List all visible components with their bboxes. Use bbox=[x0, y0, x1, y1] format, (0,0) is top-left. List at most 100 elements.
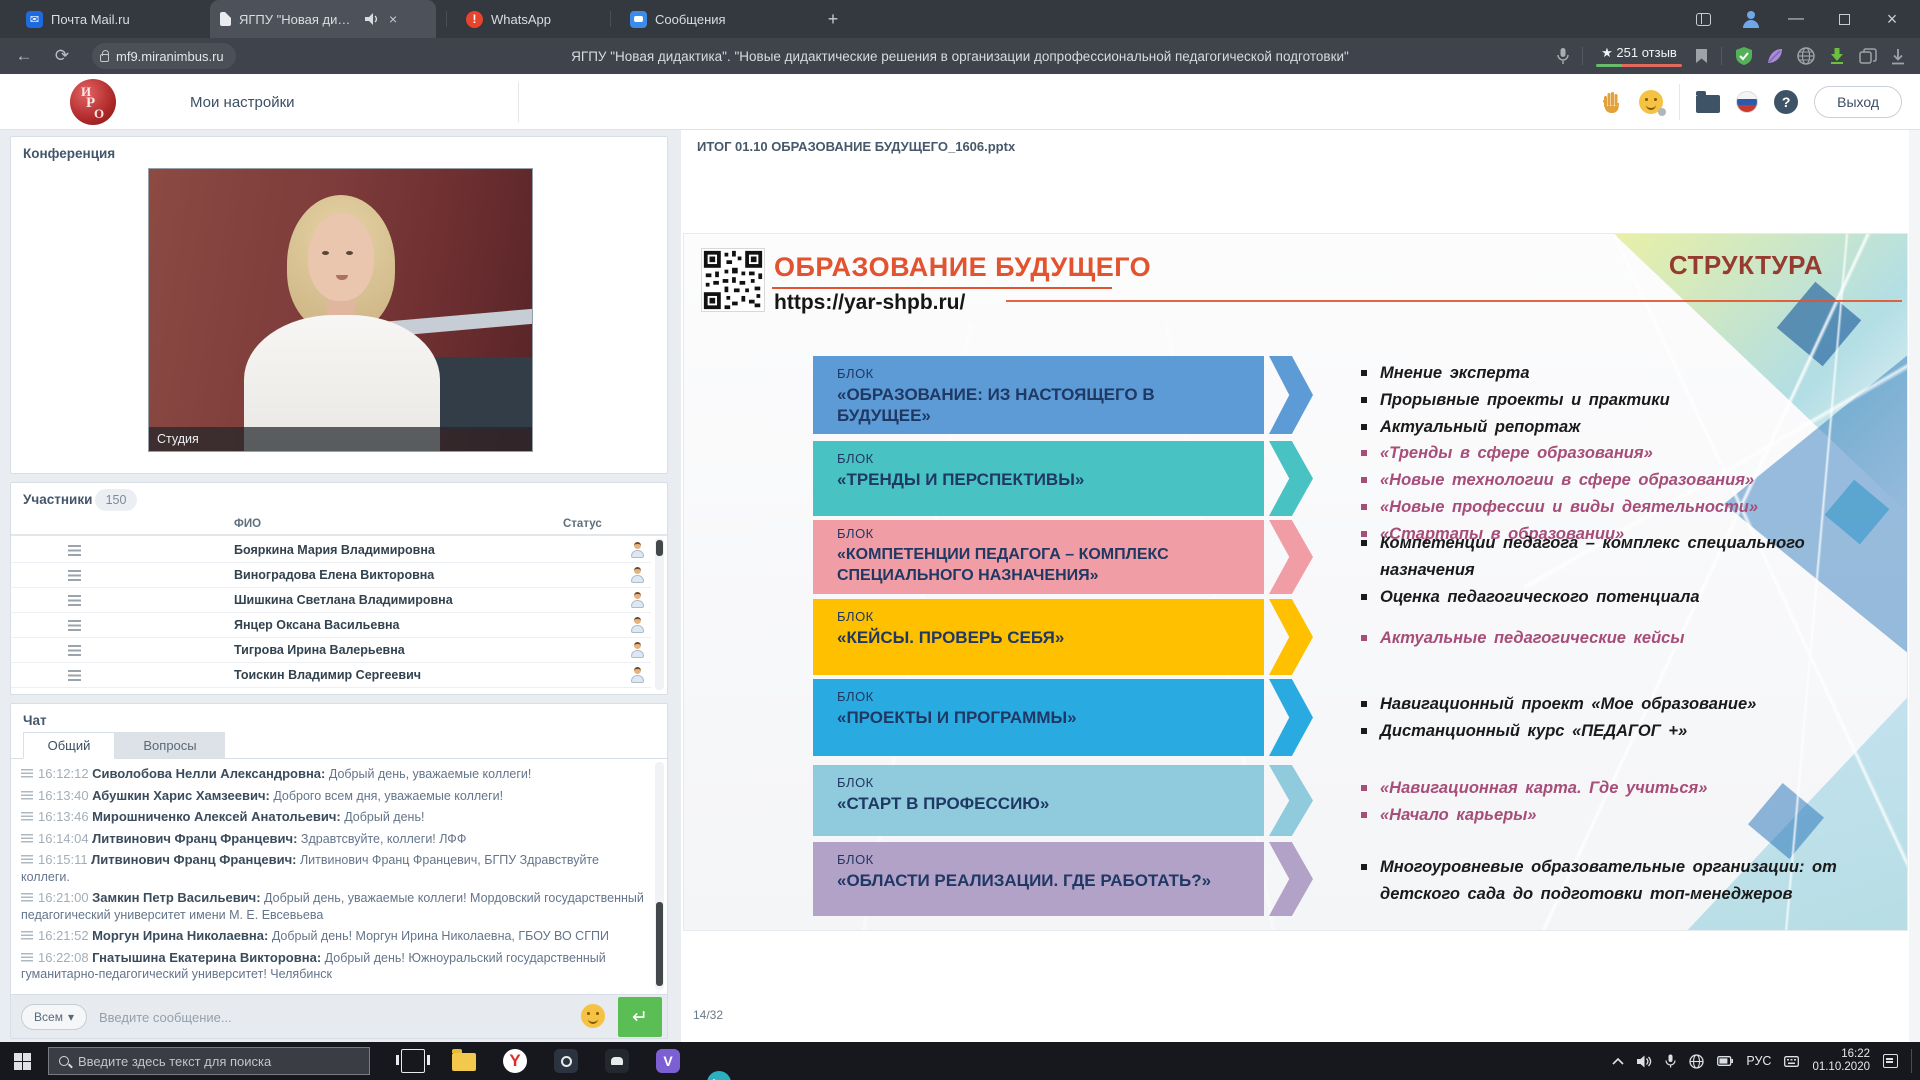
message-handle-icon[interactable] bbox=[21, 893, 33, 902]
downloads-icon[interactable] bbox=[1890, 48, 1906, 65]
tab-audio-icon[interactable] bbox=[365, 13, 379, 25]
globe-extension-icon[interactable] bbox=[1797, 47, 1815, 65]
participant-row[interactable]: Виноградова Елена Викторовна bbox=[11, 563, 651, 588]
drag-handle-icon[interactable] bbox=[68, 595, 81, 606]
participant-row[interactable]: Тоискин Владимир Сергеевич bbox=[11, 663, 651, 688]
window-close-button[interactable]: × bbox=[1872, 0, 1912, 38]
reactions-smiley-icon[interactable] bbox=[1639, 90, 1663, 114]
participant-row[interactable]: Шишкина Светлана Владимировна bbox=[11, 588, 651, 613]
taskbar-search-input[interactable] bbox=[78, 1054, 338, 1069]
show-desktop-strip[interactable] bbox=[1911, 1049, 1912, 1073]
message-handle-icon[interactable] bbox=[21, 931, 33, 940]
column-name: ФИО bbox=[234, 518, 261, 530]
participants-panel: Участники 150 ФИО Статус Бояркина Мария … bbox=[10, 482, 668, 695]
slide-block-2: БЛОК «ТРЕНДЫ И ПЕРСПЕКТИВЫ» bbox=[813, 441, 1264, 516]
message-handle-icon[interactable] bbox=[21, 769, 33, 778]
participant-status-icon bbox=[630, 642, 645, 659]
microphone-tray-icon[interactable] bbox=[1665, 1054, 1676, 1068]
tab-messages[interactable]: Сообщения bbox=[620, 0, 770, 38]
bookmark-icon[interactable] bbox=[1695, 48, 1708, 64]
app-icon-dark-round[interactable] bbox=[554, 1049, 578, 1073]
keyboard-language-indicator[interactable]: РУС bbox=[1746, 1054, 1771, 1068]
chat-message: 16:13:40 Абушкин Харис Хамзеевич: Доброг… bbox=[21, 788, 647, 805]
shield-check-extension-icon[interactable] bbox=[1735, 47, 1753, 65]
viber-icon[interactable]: V bbox=[656, 1049, 680, 1073]
save-extension-icon[interactable] bbox=[1828, 47, 1846, 65]
conference-video[interactable]: Студия bbox=[148, 168, 533, 452]
chat-tab-questions[interactable]: Вопросы bbox=[115, 732, 225, 759]
reviews-badge[interactable]: ★ 251 отзыв bbox=[1596, 45, 1682, 67]
drag-handle-icon[interactable] bbox=[68, 620, 81, 631]
participant-row[interactable]: Тигрова Ирина Валерьевна bbox=[11, 638, 651, 663]
feather-extension-icon[interactable] bbox=[1766, 47, 1784, 65]
tab-label: Почта Mail.ru bbox=[51, 12, 130, 27]
chat-message: 16:22:08 Гнатышина Екатерина Викторовна:… bbox=[21, 950, 647, 983]
tab-panels-icon[interactable] bbox=[1686, 0, 1720, 38]
file-explorer-icon[interactable] bbox=[452, 1053, 476, 1071]
block-3-bullets: Компетенции педагога – комплекс специаль… bbox=[1361, 530, 1866, 611]
network-icon[interactable] bbox=[1689, 1054, 1704, 1069]
browser-profile-icon[interactable] bbox=[1734, 0, 1768, 38]
microphone-icon[interactable] bbox=[1557, 48, 1569, 65]
new-tab-button[interactable]: + bbox=[822, 8, 844, 30]
reload-icon[interactable]: ⟳ bbox=[48, 38, 76, 74]
mail-favicon-icon: ✉ bbox=[26, 11, 43, 28]
emoji-picker-icon[interactable] bbox=[581, 1004, 605, 1028]
language-flag-icon[interactable] bbox=[1736, 91, 1758, 113]
window-minimize-button[interactable]: — bbox=[1776, 0, 1816, 38]
volume-icon[interactable] bbox=[1637, 1055, 1652, 1068]
start-button-icon[interactable] bbox=[14, 1053, 31, 1070]
keyboard-icon[interactable] bbox=[1784, 1056, 1799, 1067]
message-time: 16:21:52 bbox=[38, 928, 89, 943]
tab-conference-active[interactable]: ЯГПУ "Новая дидак × bbox=[210, 0, 436, 38]
message-handle-icon[interactable] bbox=[21, 953, 33, 962]
chat-scrollbar[interactable] bbox=[655, 762, 664, 990]
lock-icon[interactable] bbox=[100, 54, 109, 62]
drag-handle-icon[interactable] bbox=[68, 645, 81, 656]
nav-my-settings[interactable]: Мои настройки bbox=[190, 74, 295, 130]
participants-scrollbar[interactable] bbox=[655, 538, 664, 690]
chat-tab-general[interactable]: Общий bbox=[23, 732, 115, 759]
presentation-filename: ИТОГ 01.10 ОБРАЗОВАНИЕ БУДУЩЕГО_1606.ppt… bbox=[697, 139, 1015, 154]
message-handle-icon[interactable] bbox=[21, 791, 33, 800]
raise-hand-icon[interactable] bbox=[1601, 90, 1623, 114]
collections-icon[interactable] bbox=[1859, 48, 1877, 64]
qr-code bbox=[701, 248, 765, 312]
taskbar-search[interactable] bbox=[48, 1047, 370, 1075]
participant-row[interactable]: Бояркина Мария Владимировна bbox=[11, 538, 651, 563]
battery-icon[interactable] bbox=[1717, 1056, 1733, 1066]
message-handle-icon[interactable] bbox=[21, 855, 33, 864]
taskbar-clock[interactable]: 16:22 01.10.2020 bbox=[1812, 1048, 1870, 1074]
drag-handle-icon[interactable] bbox=[68, 670, 81, 681]
hidden-icons-chevron-icon[interactable] bbox=[1612, 1057, 1624, 1065]
drag-handle-icon[interactable] bbox=[68, 545, 81, 556]
message-handle-icon[interactable] bbox=[21, 834, 33, 843]
iro-logo[interactable]: И Р О bbox=[70, 79, 116, 125]
tab-close-icon[interactable]: × bbox=[389, 11, 397, 27]
message-author: Литвинович Франц Францевич: bbox=[91, 852, 296, 867]
action-center-icon[interactable] bbox=[1883, 1054, 1898, 1068]
presentation-scrollbar[interactable] bbox=[1909, 130, 1920, 1042]
send-message-button[interactable]: ↵ bbox=[618, 997, 662, 1037]
task-view-icon[interactable] bbox=[401, 1049, 425, 1073]
tab-whatsapp[interactable]: ! WhatsApp bbox=[456, 0, 604, 38]
files-folder-icon[interactable] bbox=[1696, 95, 1720, 113]
logout-button[interactable]: Выход bbox=[1814, 86, 1902, 118]
page-title: ЯГПУ "Новая дидактика". "Новые дидактиче… bbox=[571, 38, 1349, 74]
messenger-app-icon[interactable] bbox=[707, 1071, 731, 1080]
chat-app-icon[interactable] bbox=[605, 1049, 629, 1073]
tab-mail[interactable]: ✉ Почта Mail.ru bbox=[16, 0, 202, 38]
message-handle-icon[interactable] bbox=[21, 812, 33, 821]
chat-message-list[interactable]: 16:12:12 Сиволобова Нелли Александровна:… bbox=[11, 758, 667, 991]
message-time: 16:14:04 bbox=[38, 831, 89, 846]
help-icon[interactable]: ? bbox=[1774, 90, 1798, 114]
drag-handle-icon[interactable] bbox=[68, 570, 81, 581]
recipient-dropdown[interactable]: Всем▾ bbox=[21, 1004, 87, 1030]
participant-row[interactable]: Янцер Оксана Васильевна bbox=[11, 613, 651, 638]
url-field[interactable]: mf9.miranimbus.ru bbox=[92, 43, 236, 69]
chat-message-input[interactable] bbox=[99, 1000, 579, 1034]
back-icon[interactable]: ← bbox=[10, 38, 38, 74]
window-maximize-button[interactable] bbox=[1824, 0, 1864, 38]
yandex-browser-icon[interactable]: Y bbox=[503, 1049, 527, 1073]
windows-taskbar: Y V РУС 16:22 01.10.2020 bbox=[0, 1042, 1920, 1080]
